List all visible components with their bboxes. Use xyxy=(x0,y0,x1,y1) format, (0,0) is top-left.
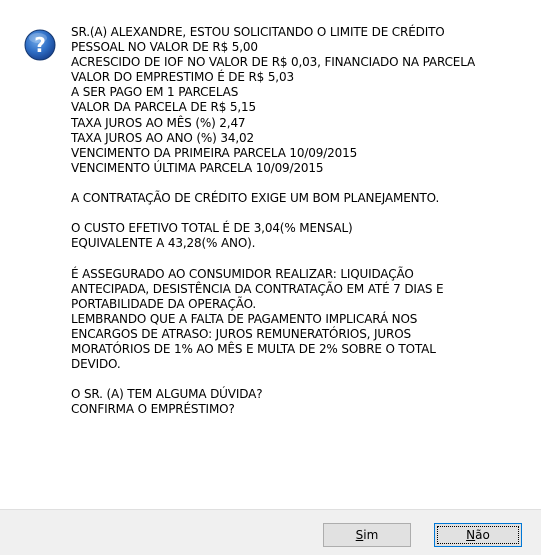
message-line: É ASSEGURADO AO CONSUMIDOR REALIZAR: LIQ… xyxy=(71,266,414,281)
yes-button[interactable]: Sim xyxy=(323,523,411,547)
message-line: SR.(A) ALEXANDRE, ESTOU SOLICITANDO O LI… xyxy=(71,25,445,39)
svg-text:?: ? xyxy=(34,33,46,57)
message-line: ENCARGOS DE ATRASO: JUROS REMUNERATÓRIOS… xyxy=(71,326,411,341)
yes-button-label-rest: im xyxy=(363,528,379,542)
question-icon: ? xyxy=(24,29,56,61)
message-line: VALOR DO EMPRESTIMO É DE R$ 5,03 xyxy=(71,70,294,85)
message-line xyxy=(71,251,531,266)
message-line: VENCIMENTO ÚLTIMA PARCELA 10/09/2015 xyxy=(71,160,324,175)
message-line: A CONTRATAÇÃO DE CRÉDITO EXIGE UM BOM PL… xyxy=(71,191,440,206)
message-line: LEMBRANDO QUE A FALTA DE PAGAMENTO IMPLI… xyxy=(71,311,418,326)
message-line: ANTECIPADA, DESISTÊNCIA DA CONTRATAÇÃO E… xyxy=(71,281,444,296)
message-line: EQUIVALENTE A 43,28(% ANO). xyxy=(71,236,256,251)
message-line: VENCIMENTO DA PRIMEIRA PARCELA 10/09/201… xyxy=(71,145,358,160)
message-line xyxy=(71,206,531,221)
message-line: CONFIRMA O EMPRÉSTIMO? xyxy=(71,402,235,417)
message-line: PORTABILIDADE DA OPERAÇÃO. xyxy=(71,296,257,311)
no-button[interactable]: Não xyxy=(434,523,522,547)
message-line: MORATÓRIOS DE 1% AO MÊS E MULTA DE 2% SO… xyxy=(71,341,436,356)
message-line xyxy=(71,372,531,387)
message-line: PESSOAL NO VALOR DE R$ 5,00 xyxy=(71,40,258,55)
message-line: VALOR DA PARCELA DE R$ 5,15 xyxy=(71,100,257,115)
message-line xyxy=(71,176,531,191)
message-line: O SR. (A) TEM ALGUMA DÚVIDA? xyxy=(71,387,263,402)
no-button-mnemonic: N xyxy=(466,528,476,542)
dialog-message: SR.(A) ALEXANDRE, ESTOU SOLICITANDO O LI… xyxy=(71,25,531,417)
message-dialog: ? SR.(A) ALEXANDRE, ESTOU SOLICITANDO O … xyxy=(0,0,541,555)
message-line: TAXA JUROS AO ANO (%) 34,02 xyxy=(71,130,254,145)
no-button-label-rest: ão xyxy=(475,528,490,542)
message-line: TAXA JUROS AO MÊS (%) 2,47 xyxy=(71,115,246,130)
message-line: O CUSTO EFETIVO TOTAL É DE 3,04(% MENSAL… xyxy=(71,221,353,236)
dialog-content: ? SR.(A) ALEXANDRE, ESTOU SOLICITANDO O … xyxy=(0,0,541,509)
message-line: DEVIDO. xyxy=(71,357,121,372)
message-line: A SER PAGO EM 1 PARCELAS xyxy=(71,85,239,100)
dialog-footer: Sim Não xyxy=(0,509,541,555)
yes-button-mnemonic: S xyxy=(355,528,364,542)
message-line: ACRESCIDO DE IOF NO VALOR DE R$ 0,03, FI… xyxy=(71,55,476,70)
